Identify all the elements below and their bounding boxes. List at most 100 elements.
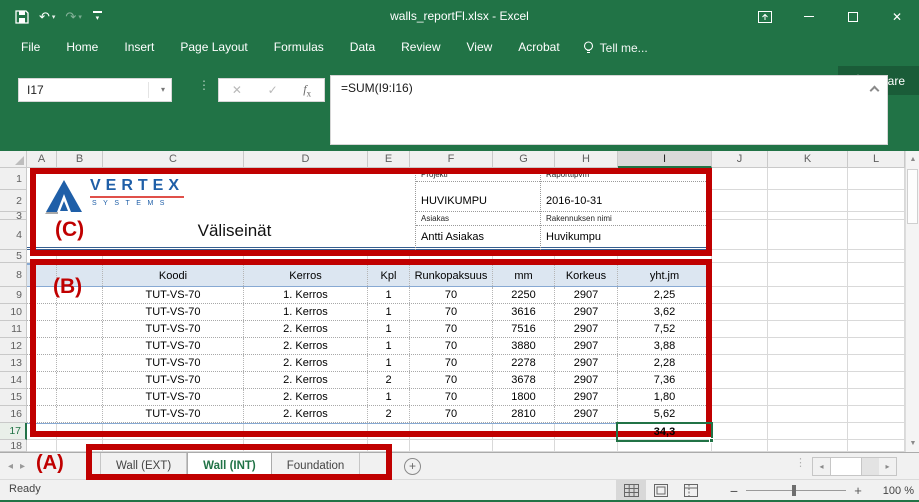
- column-header-I[interactable]: I: [618, 151, 712, 168]
- vertical-scrollbar[interactable]: ▲ ▼: [905, 151, 919, 452]
- annotation-label-c: (C): [55, 218, 84, 242]
- column-header-G[interactable]: G: [493, 151, 555, 168]
- row-header-13[interactable]: 13: [0, 355, 27, 372]
- ribbon-tab-file[interactable]: File: [8, 33, 53, 62]
- row-header-8[interactable]: 8: [0, 263, 27, 287]
- annotation-label-b: (B): [53, 275, 82, 299]
- column-header-K[interactable]: K: [768, 151, 848, 168]
- status-ready-label: Ready: [9, 483, 41, 495]
- row-header-5[interactable]: 5: [0, 250, 27, 263]
- formula-zone: I17 ▾ ⋮ ✕ ✓ fx =SUM(I9:I16): [0, 62, 919, 151]
- ribbon-display-options-icon: [758, 11, 772, 23]
- scroll-left-icon[interactable]: ◂: [813, 458, 830, 475]
- row-header-16[interactable]: 16: [0, 406, 27, 423]
- horizontal-scrollbar[interactable]: ◂ ▸: [812, 457, 897, 476]
- ribbon-display-options-button[interactable]: [743, 0, 787, 33]
- row-header-2[interactable]: 2: [0, 190, 27, 212]
- ribbon-tab-formulas[interactable]: Formulas: [261, 33, 337, 62]
- ribbon-tab-insert[interactable]: Insert: [111, 33, 167, 62]
- column-header-B[interactable]: B: [57, 151, 103, 168]
- close-button[interactable]: ✕: [875, 0, 919, 33]
- formula-bar[interactable]: =SUM(I9:I16): [330, 75, 888, 145]
- scroll-up-icon[interactable]: ▲: [906, 152, 919, 167]
- page-layout-view-button[interactable]: [646, 480, 676, 501]
- normal-view-icon: [624, 484, 639, 497]
- column-header-E[interactable]: E: [368, 151, 410, 168]
- column-header-D[interactable]: D: [244, 151, 368, 168]
- scroll-down-icon[interactable]: ▼: [906, 436, 919, 451]
- zoom-control: − + 100 %: [726, 480, 919, 501]
- next-sheet-icon[interactable]: ▸: [20, 461, 25, 472]
- row-header-1[interactable]: 1: [0, 168, 27, 190]
- minimize-button[interactable]: [787, 0, 831, 33]
- column-headers: ABCDEFGHIJKL: [27, 151, 905, 168]
- column-header-J[interactable]: J: [712, 151, 768, 168]
- ribbon-tabs: FileHomeInsertPage LayoutFormulasDataRev…: [0, 33, 573, 62]
- gridline: [767, 168, 768, 452]
- column-header-A[interactable]: A: [27, 151, 57, 168]
- cells-region[interactable]: VERTEX SYSTEMS Väliseinät Projekti HUVIK…: [27, 168, 905, 452]
- zoom-slider[interactable]: [746, 490, 846, 491]
- row-header-4[interactable]: 4: [0, 220, 27, 250]
- ribbon-tab-data[interactable]: Data: [337, 33, 388, 62]
- zoom-in-button[interactable]: +: [850, 483, 866, 498]
- insert-function-icon[interactable]: fx: [303, 82, 311, 98]
- ribbon-tab-view[interactable]: View: [454, 33, 506, 62]
- column-header-F[interactable]: F: [410, 151, 493, 168]
- formula-buttons: ✕ ✓ fx: [218, 78, 325, 102]
- formula-bar-grip[interactable]: ⋮: [198, 80, 210, 90]
- fill-handle[interactable]: [709, 438, 714, 443]
- select-all-corner[interactable]: [0, 151, 27, 168]
- page-break-preview-button[interactable]: [676, 480, 706, 501]
- maximize-button[interactable]: [831, 0, 875, 33]
- horizontal-scroll-thumb[interactable]: [830, 458, 862, 475]
- spreadsheet-grid: ABCDEFGHIJKL 1234589101112131415161718 V…: [0, 151, 919, 452]
- row-header-14[interactable]: 14: [0, 372, 27, 389]
- row-header-18[interactable]: 18: [0, 440, 27, 452]
- collapse-formula-bar-icon[interactable]: [870, 86, 880, 96]
- tell-me-box[interactable]: Tell me...: [583, 41, 648, 55]
- title-bar: ↶▾ ↷▾ ▾ walls_reportFl.xlsx - Excel ✕: [0, 0, 919, 33]
- column-header-C[interactable]: C: [103, 151, 244, 168]
- view-shortcuts: [616, 480, 706, 501]
- row-header-11[interactable]: 11: [0, 321, 27, 338]
- hscroll-grip[interactable]: ⋮: [795, 460, 806, 466]
- cancel-formula-icon[interactable]: ✕: [232, 83, 242, 97]
- ribbon-tab-page-layout[interactable]: Page Layout: [167, 33, 260, 62]
- annotation-box-a: [86, 444, 392, 480]
- scroll-right-icon[interactable]: ▸: [879, 458, 896, 475]
- tell-me-label: Tell me...: [600, 41, 648, 55]
- excel-window: ↶▾ ↷▾ ▾ walls_reportFl.xlsx - Excel ✕ Fi…: [0, 0, 919, 502]
- page-break-preview-icon: [684, 484, 698, 497]
- ribbon-tab-row: FileHomeInsertPage LayoutFormulasDataRev…: [0, 33, 919, 62]
- zoom-out-button[interactable]: −: [726, 483, 742, 499]
- ribbon-tab-review[interactable]: Review: [388, 33, 453, 62]
- formula-text: =SUM(I9:I16): [341, 81, 413, 95]
- vertical-scroll-thumb[interactable]: [907, 169, 918, 224]
- annotation-box-b: [30, 259, 712, 437]
- name-box-dropdown-icon[interactable]: ▾: [161, 79, 165, 101]
- gridline: [27, 439, 905, 440]
- selected-cell-I17[interactable]: 34,3: [616, 422, 713, 442]
- enter-formula-icon[interactable]: ✓: [268, 83, 278, 97]
- name-box-value: I17: [27, 83, 44, 97]
- ribbon-tab-acrobat[interactable]: Acrobat: [505, 33, 572, 62]
- row-header-10[interactable]: 10: [0, 304, 27, 321]
- zoom-level-label[interactable]: 100 %: [878, 485, 919, 497]
- new-sheet-button[interactable]: +: [404, 458, 421, 475]
- row-header-12[interactable]: 12: [0, 338, 27, 355]
- normal-view-button[interactable]: [616, 480, 646, 501]
- row-header-3[interactable]: 3: [0, 212, 27, 220]
- row-header-17[interactable]: 17: [0, 423, 27, 440]
- previous-sheet-icon[interactable]: ◂: [8, 461, 13, 472]
- ribbon-tab-home[interactable]: Home: [53, 33, 111, 62]
- lightbulb-icon: [583, 41, 594, 55]
- row-headers: 1234589101112131415161718: [0, 168, 27, 452]
- zoom-slider-thumb[interactable]: [792, 485, 796, 496]
- name-box[interactable]: I17 ▾: [18, 78, 172, 102]
- gridline: [847, 168, 848, 452]
- column-header-L[interactable]: L: [848, 151, 905, 168]
- row-header-9[interactable]: 9: [0, 287, 27, 304]
- row-header-15[interactable]: 15: [0, 389, 27, 406]
- column-header-H[interactable]: H: [555, 151, 618, 168]
